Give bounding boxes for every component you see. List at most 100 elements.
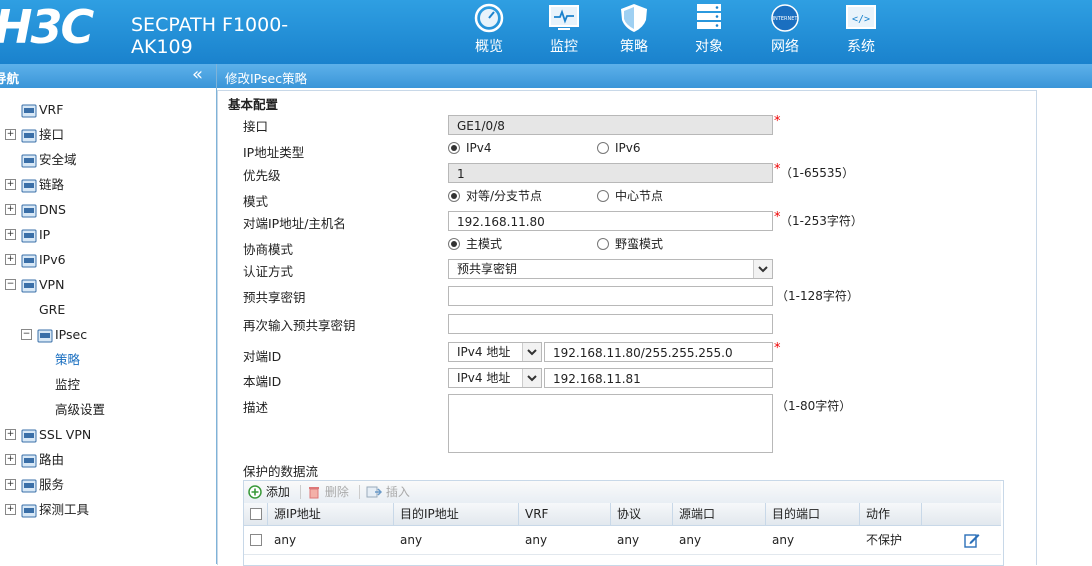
nav-overview-label: 概览 xyxy=(475,39,503,55)
sidebar-item-4[interactable]: + DNS xyxy=(0,197,216,222)
sidebar-item-label: 监控 xyxy=(55,377,81,392)
sidebar-item-13[interactable]: + SSL VPN xyxy=(0,422,216,447)
chevron-down-icon[interactable] xyxy=(522,369,541,387)
gauge-icon xyxy=(474,3,504,33)
col-vrf[interactable]: VRF xyxy=(519,503,611,525)
auth-select[interactable]: 预共享密钥 xyxy=(448,259,773,279)
col-src-port[interactable]: 源端口 xyxy=(673,503,766,525)
expand-icon[interactable]: + xyxy=(5,429,16,440)
col-action[interactable]: 动作 xyxy=(860,503,922,525)
cell-protocol: any xyxy=(617,533,640,547)
chevron-down-icon[interactable] xyxy=(522,343,541,361)
select-all-cell xyxy=(244,503,268,525)
ip-type-label: IP地址类型 xyxy=(243,145,305,160)
sidebar-item-12[interactable]: 高级设置 xyxy=(0,397,216,422)
sidebar-item-11[interactable]: 监控 xyxy=(0,372,216,397)
peer-address-hint: （1-253字符） xyxy=(780,214,863,228)
peer-id-input[interactable]: 192.168.11.80/255.255.255.0 xyxy=(544,342,773,362)
ipsec-icon xyxy=(37,327,53,343)
table-row[interactable]: any any any any any any 不保护 xyxy=(244,526,1001,555)
insert-icon xyxy=(366,486,383,498)
sidebar-item-label: 高级设置 xyxy=(55,402,106,417)
sidebar-item-8[interactable]: GRE xyxy=(0,297,216,322)
local-id-input[interactable]: 192.168.11.81 xyxy=(544,368,773,388)
sidebar-item-10[interactable]: 策略 xyxy=(0,347,216,372)
description-label: 描述 xyxy=(243,400,269,415)
col-edit xyxy=(922,503,1001,525)
nav-policy-label: 策略 xyxy=(620,39,648,55)
col-dst-ip[interactable]: 目的IP地址 xyxy=(394,503,519,525)
peer-address-label: 对端IP地址/主机名 xyxy=(243,216,346,231)
nav-policy[interactable]: 策略 xyxy=(599,0,669,64)
sidebar-item-label: IP xyxy=(39,227,51,242)
ip-type-ipv4-radio[interactable]: IPv4 xyxy=(448,141,492,155)
peer-id-type-select[interactable]: IPv4 地址 xyxy=(448,342,542,362)
required-mark: * xyxy=(774,114,781,129)
ip-type-ipv4-label: IPv4 xyxy=(466,141,492,155)
negotiation-aggressive-radio[interactable]: 野蛮模式 xyxy=(597,237,663,251)
collapse-sidebar-button[interactable]: « xyxy=(192,64,203,86)
sidebar-item-6[interactable]: + IPv6 xyxy=(0,247,216,272)
sidebar-item-16[interactable]: + 探测工具 xyxy=(0,497,216,522)
sidebar-item-label: DNS xyxy=(39,202,66,217)
expand-icon[interactable]: + xyxy=(5,129,16,140)
code-window-icon: </> xyxy=(846,5,876,29)
expand-icon[interactable]: + xyxy=(5,254,16,265)
sidebar-item-0[interactable]: VRF xyxy=(0,97,216,122)
chevron-down-icon[interactable] xyxy=(753,260,772,278)
sidebar-item-label: 接口 xyxy=(39,127,65,142)
expand-icon[interactable]: + xyxy=(5,479,16,490)
description-textarea[interactable] xyxy=(448,394,773,453)
service-icon xyxy=(21,477,37,493)
col-dst-port[interactable]: 目的端口 xyxy=(766,503,860,525)
edit-icon[interactable] xyxy=(964,532,980,548)
expand-icon[interactable]: + xyxy=(5,229,16,240)
ip-type-ipv6-radio[interactable]: IPv6 xyxy=(597,141,641,155)
sidebar-item-14[interactable]: + 路由 xyxy=(0,447,216,472)
h3c-logo: H3C xyxy=(0,0,94,54)
sidebar-item-5[interactable]: + IP xyxy=(0,222,216,247)
select-all-checkbox[interactable] xyxy=(250,508,262,520)
delete-button[interactable]: 删除 xyxy=(307,481,349,503)
psk-label: 预共享密钥 xyxy=(243,290,306,305)
col-protocol[interactable]: 协议 xyxy=(611,503,673,525)
col-src-ip[interactable]: 源IP地址 xyxy=(268,503,394,525)
nav-network[interactable]: INTERNET 网络 xyxy=(750,0,820,64)
sidebar-item-15[interactable]: + 服务 xyxy=(0,472,216,497)
shield-icon xyxy=(621,4,647,32)
peer-address-input[interactable]: 192.168.11.80 xyxy=(448,211,773,231)
monitor-icon xyxy=(549,5,579,30)
page-title: 修改IPsec策略 xyxy=(225,71,308,86)
expand-icon[interactable]: + xyxy=(5,454,16,465)
ipv6-icon xyxy=(21,252,37,268)
collapse-icon[interactable]: − xyxy=(21,329,32,340)
collapse-icon[interactable]: − xyxy=(5,279,16,290)
sidebar-item-label: 链路 xyxy=(39,177,65,192)
section-title: 基本配置 xyxy=(228,97,279,112)
svg-text:</>: </> xyxy=(852,14,870,25)
negotiation-main-radio[interactable]: 主模式 xyxy=(448,237,502,251)
expand-icon[interactable]: + xyxy=(5,504,16,515)
expand-icon[interactable]: + xyxy=(5,204,16,215)
sidebar-item-7[interactable]: − VPN xyxy=(0,272,216,297)
sidebar-item-3[interactable]: + 链路 xyxy=(0,172,216,197)
add-button[interactable]: 添加 xyxy=(248,481,290,503)
row-checkbox[interactable] xyxy=(250,534,262,546)
psk-input[interactable] xyxy=(448,286,773,306)
sidebar-item-9[interactable]: − IPsec xyxy=(0,322,216,347)
local-id-type-select[interactable]: IPv4 地址 xyxy=(448,368,542,388)
nav-overview[interactable]: 概览 xyxy=(454,0,524,64)
psk-confirm-input[interactable] xyxy=(448,314,773,334)
nav-system[interactable]: </> 系统 xyxy=(826,0,896,64)
insert-button[interactable]: 插入 xyxy=(366,481,410,503)
plus-circle-icon xyxy=(248,485,262,499)
delete-label: 删除 xyxy=(324,485,349,499)
nav-monitor[interactable]: 监控 xyxy=(529,0,599,64)
mode-center-radio[interactable]: 中心节点 xyxy=(597,189,663,203)
nav-object[interactable]: 对象 xyxy=(674,0,744,64)
expand-icon[interactable]: + xyxy=(5,179,16,190)
mode-peer-radio[interactable]: 对等/分支节点 xyxy=(448,189,542,203)
sidebar-item-label: 路由 xyxy=(39,452,65,467)
sidebar-item-2[interactable]: 安全域 xyxy=(0,147,216,172)
sidebar-item-1[interactable]: + 接口 xyxy=(0,122,216,147)
